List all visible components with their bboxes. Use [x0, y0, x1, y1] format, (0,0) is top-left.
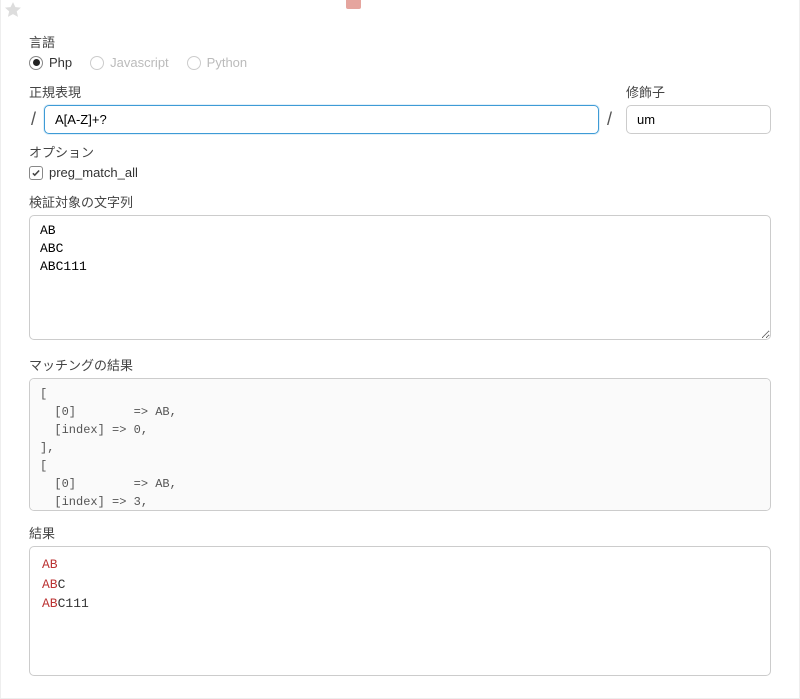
result-label: 結果: [29, 523, 771, 542]
radio-icon: [90, 56, 104, 70]
preg-match-all-label: preg_match_all: [49, 165, 138, 180]
radio-label: Python: [207, 55, 247, 70]
radio-icon: [187, 56, 201, 70]
radio-label: Javascript: [110, 55, 169, 70]
match-result-output: [ [0] => AB, [index] => 0, ], [ [0] => A…: [29, 378, 771, 511]
top-badge: [346, 0, 361, 9]
language-label: 言語: [29, 32, 771, 51]
regex-close-slash: /: [605, 109, 614, 130]
radio-label: Php: [49, 55, 72, 70]
match-result-label: マッチングの結果: [29, 355, 771, 374]
test-string-input[interactable]: [29, 215, 771, 340]
language-radio-php[interactable]: Php: [29, 55, 72, 70]
modifier-input[interactable]: [626, 105, 771, 134]
modifier-label: 修飾子: [626, 82, 771, 101]
language-radio-group: Php Javascript Python: [29, 55, 771, 70]
result-output: AB ABC ABC111: [29, 546, 771, 676]
regex-input[interactable]: [44, 105, 599, 134]
preg-match-all-checkbox[interactable]: [29, 166, 43, 180]
test-string-label: 検証対象の文字列: [29, 192, 771, 211]
regex-label: 正規表現: [29, 82, 614, 101]
options-label: オプション: [29, 142, 771, 161]
radio-icon: [29, 56, 43, 70]
language-radio-javascript[interactable]: Javascript: [90, 55, 169, 70]
regex-open-slash: /: [29, 109, 38, 130]
language-radio-python[interactable]: Python: [187, 55, 247, 70]
